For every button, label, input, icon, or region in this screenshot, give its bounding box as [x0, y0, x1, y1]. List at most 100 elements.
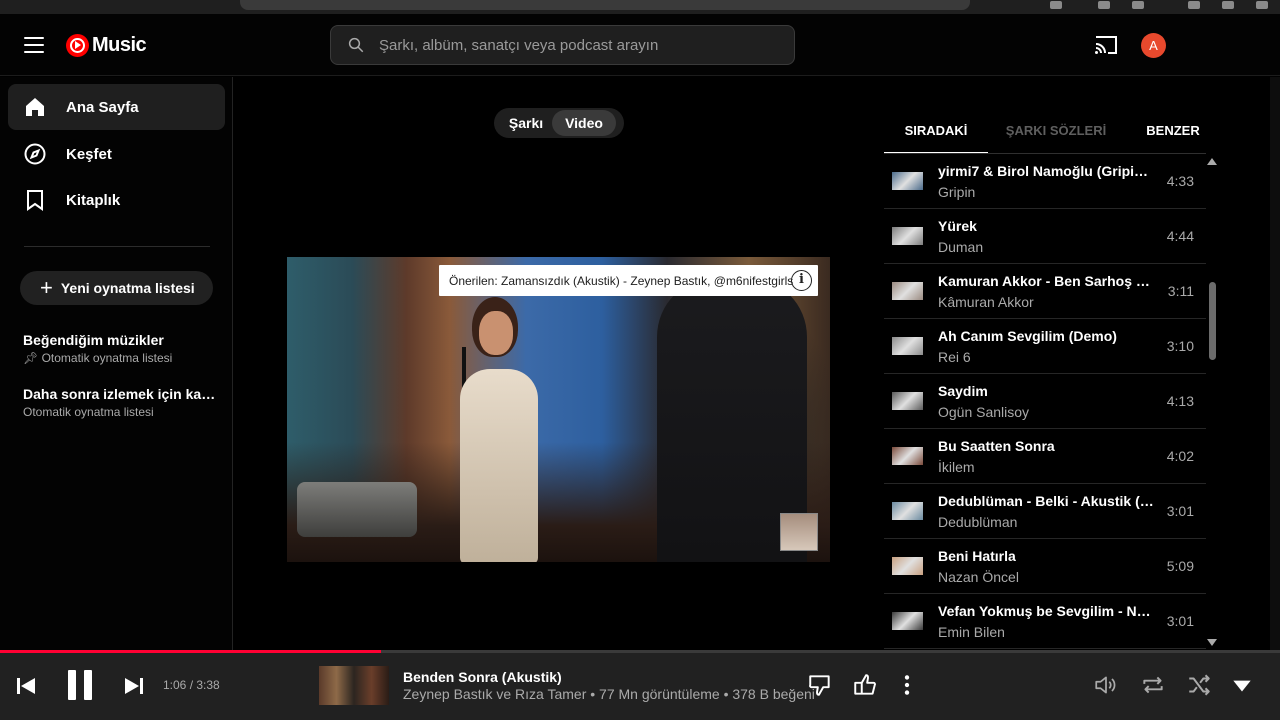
queue-item-title: Bu Saatten Sonra: [938, 438, 1055, 454]
search-box[interactable]: [330, 25, 795, 65]
extension-icon[interactable]: [1050, 1, 1062, 9]
pause-icon: [68, 670, 76, 700]
like-icon[interactable]: [852, 672, 878, 698]
queue-item-artist: Dedublüman: [938, 514, 1018, 530]
address-bar[interactable]: [240, 0, 970, 10]
new-playlist-button[interactable]: + Yeni oynatma listesi: [20, 271, 213, 305]
now-playing-title[interactable]: Benden Sonra (Akustik): [403, 669, 562, 685]
queue-item[interactable]: Dedublüman - Belki - Akustik (Lyrics) Ded…: [884, 484, 1206, 539]
repeat-icon[interactable]: [1140, 672, 1166, 698]
queue-item-title: Saydim: [938, 383, 988, 399]
queue-item[interactable]: Yürek Duman 4:44: [884, 209, 1206, 264]
queue-item-artist: Duman: [938, 239, 984, 255]
sidebar-item-explore[interactable]: Keşfet: [8, 131, 225, 177]
scroll-down-arrow-icon[interactable]: [1207, 639, 1217, 646]
video-frame-singer: [432, 297, 562, 562]
browser-chrome: [0, 0, 1280, 14]
plus-icon: +: [40, 275, 53, 300]
info-icon[interactable]: i: [791, 270, 812, 291]
queue-item[interactable]: Kamuran Akkor - Ben Sarhoş Oldum Kâmuran …: [884, 264, 1206, 319]
queue-item-thumbnail: [892, 502, 923, 520]
queue-item-thumbnail: [892, 447, 923, 465]
toggle-video[interactable]: Video: [552, 110, 616, 136]
queue-item-duration: 3:11: [1167, 283, 1194, 299]
previous-icon[interactable]: [16, 677, 36, 695]
queue-tabs: SIRADAKİ ŞARKI SÖZLERİ BENZER: [884, 116, 1204, 154]
tab-up-next[interactable]: SIRADAKİ: [884, 116, 988, 154]
queue-item[interactable]: yirmi7 & Birol Namoğlu (Gripin) - Yıllar…: [884, 154, 1206, 209]
queue-item-thumbnail: [892, 392, 923, 410]
avatar[interactable]: A: [1141, 33, 1166, 58]
tab-related[interactable]: BENZER: [1132, 116, 1214, 154]
song-video-toggle: Şarkı Video: [494, 108, 624, 138]
queue-item-title: Yürek: [938, 218, 977, 234]
queue-item-title: Ah Canım Sevgilim (Demo): [938, 328, 1117, 344]
sidebar-item-library[interactable]: Kitaplık: [8, 177, 225, 223]
queue-item-artist: Nazan Öncel: [938, 569, 1019, 585]
sidebar-item-label: Kitaplık: [66, 191, 121, 209]
shuffle-icon[interactable]: [1186, 672, 1212, 698]
queue-item-artist: Kâmuran Akkor: [938, 294, 1034, 310]
search-input[interactable]: [379, 36, 779, 54]
queue-item-duration: 5:09: [1166, 558, 1194, 574]
queue-item-thumbnail: [892, 172, 923, 190]
menu-icon[interactable]: [24, 37, 44, 53]
playlist-subtitle: 📌︎ Otomatik oynatma listesi: [23, 351, 218, 365]
suggested-video-text: Önerilen: Zamansızdık (Akustik) - Zeynep…: [449, 273, 794, 288]
playlist-title: Beğendiğim müzikler: [23, 332, 164, 348]
pause-button[interactable]: [66, 670, 94, 702]
page-scrollbar[interactable]: [1270, 77, 1280, 652]
new-playlist-label: Yeni oynatma listesi: [60, 280, 195, 296]
pin-icon: 📌︎: [23, 351, 42, 365]
queue-item-title: Kamuran Akkor - Ben Sarhoş Oldum: [938, 273, 1154, 289]
queue-item-title: Vefan Yokmuş be Sevgilim - Naz Dej: [938, 603, 1154, 619]
compass-icon: [24, 143, 46, 165]
queue-item[interactable]: Beni Hatırla Nazan Öncel 5:09: [884, 539, 1206, 594]
player-bar: 1:06 / 3:38 Benden Sonra (Akustik) Zeyne…: [0, 653, 1280, 720]
playlist-watch-later[interactable]: Daha sonra izlemek için kaydedilenler Ot…: [23, 386, 218, 419]
playlist-subtitle-text: Otomatik oynatma listesi: [41, 351, 173, 365]
queue-list: yirmi7 & Birol Namoğlu (Gripin) - Yıllar…: [884, 154, 1206, 650]
extension-icon[interactable]: [1132, 1, 1144, 9]
extension-icon[interactable]: [1222, 1, 1234, 9]
video-frame-drums: [297, 482, 417, 537]
now-playing-thumbnail[interactable]: [319, 666, 389, 705]
extension-icon[interactable]: [1256, 1, 1268, 9]
channel-watermark[interactable]: [780, 513, 818, 551]
home-icon: [26, 98, 44, 116]
playlist-liked-music[interactable]: Beğendiğim müzikler 📌︎ Otomatik oynatma …: [23, 332, 218, 365]
extension-icon[interactable]: [1098, 1, 1110, 9]
dislike-icon[interactable]: [807, 672, 833, 698]
extension-icon[interactable]: [1188, 1, 1200, 9]
queue-item-duration: 4:02: [1166, 448, 1194, 464]
sidebar-item-label: Ana Sayfa: [66, 98, 139, 116]
queue-item-duration: 4:44: [1166, 228, 1194, 244]
queue-item-title: yirmi7 & Birol Namoğlu (Gripin) - Yıllar: [938, 163, 1154, 179]
sidebar-divider: [24, 246, 210, 247]
sidebar: Ana Sayfa Keşfet Kitaplık + Yeni oynatma…: [0, 77, 233, 652]
queue-item-thumbnail: [892, 337, 923, 355]
queue-item-artist: İkilem: [938, 459, 975, 475]
queue-item-thumbnail: [892, 557, 923, 575]
toggle-song[interactable]: Şarkı: [500, 108, 552, 138]
more-options-icon[interactable]: [894, 672, 920, 698]
queue-item-artist: Ogün Sanlisoy: [938, 404, 1030, 420]
now-playing-subtitle[interactable]: Zeynep Bastık ve Rıza Tamer • 77 Mn görü…: [403, 686, 815, 702]
queue-item-thumbnail: [892, 282, 923, 300]
tab-lyrics[interactable]: ŞARKI SÖZLERİ: [996, 116, 1116, 154]
time-display: 1:06 / 3:38: [163, 678, 220, 692]
sidebar-item-home[interactable]: Ana Sayfa: [8, 84, 225, 130]
video-player[interactable]: [287, 257, 830, 562]
cast-icon[interactable]: [1094, 35, 1118, 55]
expand-player-icon[interactable]: [1229, 672, 1255, 698]
queue-item[interactable]: Saydim Ogün Sanlisoy 4:13: [884, 374, 1206, 429]
queue-item[interactable]: Bu Saatten Sonra İkilem 4:02: [884, 429, 1206, 484]
volume-icon[interactable]: [1093, 672, 1119, 698]
next-icon[interactable]: [124, 677, 144, 695]
scrollbar-thumb[interactable]: [1209, 282, 1216, 360]
suggested-video-card[interactable]: Önerilen: Zamansızdık (Akustik) - Zeynep…: [439, 265, 818, 296]
queue-item[interactable]: Ah Canım Sevgilim (Demo) Rei 6 3:10: [884, 319, 1206, 374]
scroll-up-arrow-icon[interactable]: [1207, 158, 1217, 165]
queue-item[interactable]: Vefan Yokmuş be Sevgilim - Naz Dej Emin B…: [884, 594, 1206, 649]
logo[interactable]: Music: [66, 34, 147, 57]
